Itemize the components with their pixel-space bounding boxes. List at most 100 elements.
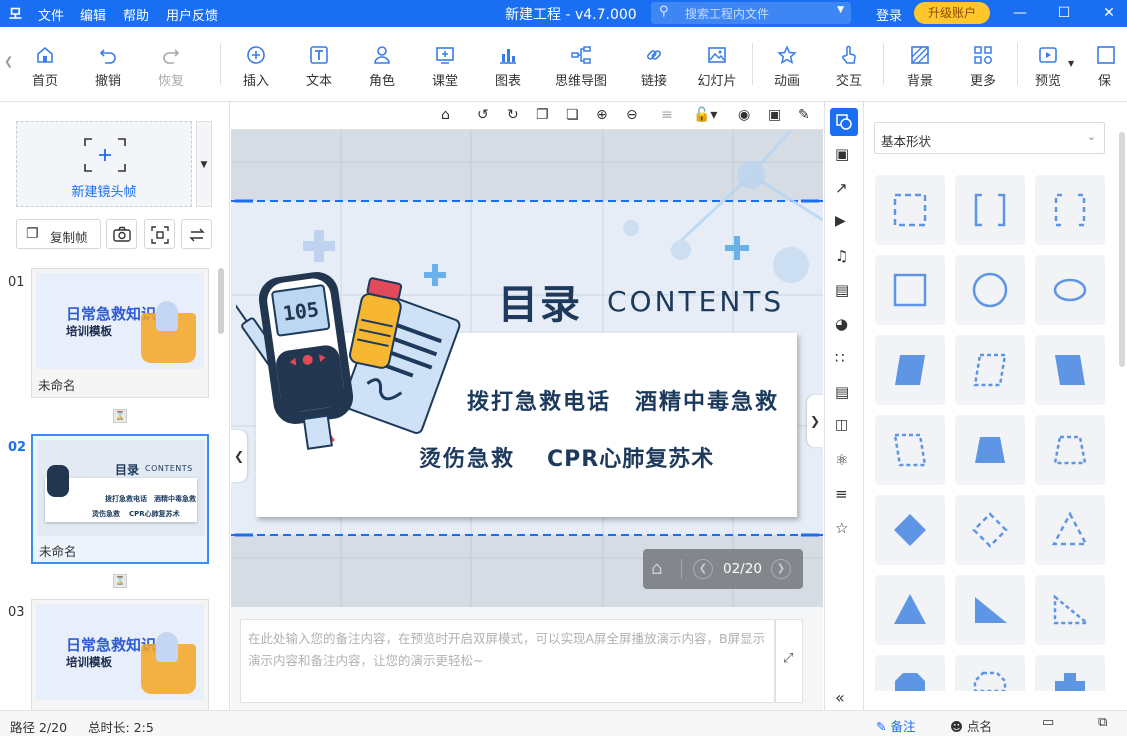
shape-rectangle[interactable] [875,255,945,325]
menu-edit[interactable]: 编辑 [80,5,106,24]
slide-name[interactable]: 未命名 [39,541,77,560]
align-icon[interactable]: ≡ [661,107,673,123]
formula-icon[interactable]: ◫ [835,417,855,437]
notes-expand-button[interactable]: ⤢ [775,619,803,703]
shape-dashed-parallelogram-reversed[interactable] [875,415,945,485]
background-button[interactable]: 背景 [890,27,950,102]
text-button[interactable]: 文本 [289,27,349,102]
shape-panel-scrollbar[interactable] [1119,132,1125,367]
upgrade-button[interactable]: 升级账户 [914,2,990,24]
screen-icon[interactable]: ▭ [1042,715,1054,730]
shape-dashed-octagon[interactable] [955,655,1025,693]
shape-octagon[interactable] [875,655,945,691]
slide-title[interactable]: 目录 [498,272,582,330]
rollcall-tab[interactable]: ☻ 点名 [950,716,992,735]
shape-parallelogram[interactable] [875,335,945,405]
minimize-icon[interactable]: — [1008,2,1032,24]
slide-thumbnail[interactable]: 日常急救知识 培训模板 [31,599,209,710]
home-view-icon[interactable]: ⌂ [441,107,450,123]
next-page-icon[interactable]: ❯ [771,559,791,579]
edit-icon[interactable]: ✎ [798,107,810,123]
undo-button[interactable]: 撤销 [78,27,138,102]
paste-icon[interactable]: ❏ [566,107,579,123]
preview-dropdown-icon[interactable]: ▼ [1068,59,1074,68]
new-frame-button[interactable]: 新建镜头帧 [16,121,192,207]
shape-parallelogram-reversed[interactable] [1035,335,1105,405]
home-button[interactable]: 首页 [15,27,75,102]
interact-button[interactable]: 交互 [819,27,879,102]
shape-brackets[interactable] [955,175,1025,245]
copy-frame-button[interactable]: ❐ 复制帧 [16,219,101,249]
chevron-down-icon[interactable]: ▼ [837,5,844,15]
shape-category-select[interactable]: 基本形状 ⌄ [874,122,1105,154]
animation-button[interactable]: 动画 [757,27,817,102]
shape-dashed-trapezoid[interactable] [1035,415,1105,485]
home-icon[interactable]: ⌂ [651,558,662,579]
notes-input[interactable]: 在此处输入您的备注内容，在预览时开启双屏模式，可以实现A屏全屏播放演示内容，B屏… [240,619,775,703]
chart-button[interactable]: 图表 [478,27,538,102]
more-button[interactable]: 更多 [953,27,1013,102]
slide-title-en[interactable]: CONTENTS [607,285,784,318]
toc-item[interactable]: CPR心肺复苏术 [547,441,714,473]
shape-diamond[interactable] [875,495,945,565]
zoom-in-icon[interactable]: ⊕ [596,107,608,123]
shape-trapezoid[interactable] [955,415,1025,485]
video-icon[interactable]: ▶ [835,213,855,233]
slide-thumbnail-active[interactable]: 目录 CONTENTS 拨打急救电话 酒精中毒急救 烫伤急救 CPR心肺复苏术 … [31,434,209,564]
login-button[interactable]: 登录 [876,5,902,24]
slide-name[interactable]: 未命名 [38,375,76,394]
save-button[interactable]: 保 [1088,27,1127,102]
star-icon[interactable]: ☆ [835,519,855,539]
shape-right-triangle[interactable] [955,575,1025,645]
transition-icon[interactable]: ⌛ [113,574,127,588]
menu-feedback[interactable]: 用户反馈 [166,5,218,24]
toolbar-scroll-left-icon[interactable]: ❮ [4,55,13,68]
collapse-panel-icon[interactable]: « [835,688,855,708]
atom-icon[interactable]: ⚛ [835,451,855,471]
text-frame-icon[interactable]: ▣ [835,145,855,165]
new-frame-dropdown[interactable]: ▼ [196,121,212,207]
shape-dashed-triangle[interactable] [1035,495,1105,565]
screenshot-button[interactable] [144,219,175,249]
camera-button[interactable] [106,219,137,249]
shape-ellipse[interactable] [1035,255,1105,325]
shape-dashed-diamond[interactable] [955,495,1025,565]
camera-icon[interactable]: ◉ [738,107,750,123]
menu-file[interactable]: 文件 [38,5,64,24]
redo-button[interactable]: 恢复 [141,27,201,102]
line-chart-icon[interactable]: ↗ [835,179,855,199]
compass-icon[interactable]: ◕ [835,315,855,335]
zoom-out-icon[interactable]: ⊖ [626,107,638,123]
panel-scrollbar[interactable] [218,268,224,334]
prev-page-icon[interactable]: ❮ [693,559,713,579]
glucose-meter-illustration[interactable]: 105 [236,268,464,468]
notes-tab[interactable]: ✎ 备注 [876,716,915,735]
mindmap-button[interactable]: 思维导图 [546,27,616,102]
collapse-right-handle[interactable]: ❯ [807,395,823,447]
shape-dashed-brackets[interactable] [1035,175,1105,245]
lock-icon[interactable]: 🔓▾ [693,107,717,123]
shape-cross[interactable] [1035,655,1105,691]
role-button[interactable]: 角色 [352,27,412,102]
comment-icon[interactable]: ▤ [835,281,855,301]
collapse-left-handle[interactable]: ❮ [231,430,247,482]
slides-button[interactable]: 幻灯片 [687,27,747,102]
shape-triangle[interactable] [875,575,945,645]
music-icon[interactable]: ♫ [835,247,855,267]
shape-dashed-rectangle[interactable] [875,175,945,245]
link-button[interactable]: 链接 [624,27,684,102]
shape-circle[interactable] [955,255,1025,325]
close-icon[interactable]: ✕ [1097,2,1121,24]
class-button[interactable]: 课堂 [415,27,475,102]
copy-icon[interactable]: ❐ [536,107,549,123]
search-input[interactable]: ⚲ 搜索工程内文件 ▼ [651,2,851,24]
rotate-right-icon[interactable]: ↻ [507,107,519,123]
components-icon[interactable]: ∷ [835,349,855,369]
shape-dashed-right-triangle[interactable] [1035,575,1105,645]
menu-help[interactable]: 帮助 [123,5,149,24]
shapes-tab-active[interactable] [830,108,858,136]
shape-dashed-parallelogram[interactable] [955,335,1025,405]
maximize-icon[interactable]: ☐ [1052,2,1076,24]
swap-button[interactable] [181,219,212,249]
document-icon[interactable]: ▤ [835,383,855,403]
